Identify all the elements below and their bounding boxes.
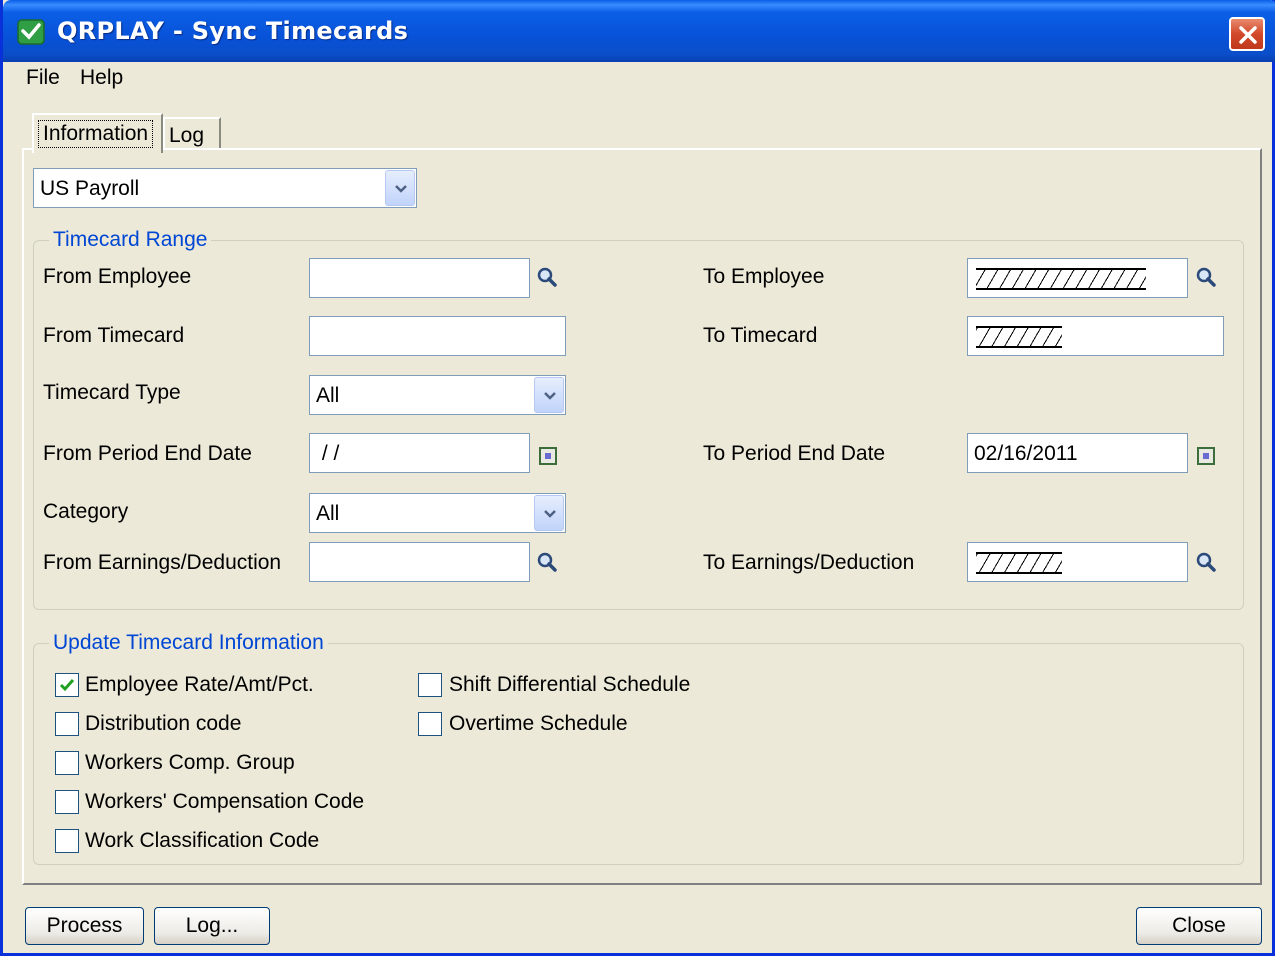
calendar-icon[interactable] <box>539 447 557 465</box>
workers-compensation-code-checkbox[interactable] <box>55 790 79 814</box>
tab-log[interactable]: Log <box>163 117 221 149</box>
dialog-window: QRPLAY - Sync Timecards File Help Inform… <box>0 0 1275 956</box>
timecard-type-dropdown-button[interactable] <box>534 377 564 413</box>
chevron-down-icon <box>544 392 556 400</box>
calendar-icon[interactable] <box>1197 447 1215 465</box>
from-earnings-deduction-label: From Earnings/Deduction <box>43 551 282 574</box>
log-button[interactable]: Log... <box>154 907 270 945</box>
timecard-type-label: Timecard Type <box>43 381 181 404</box>
employee-rate-label[interactable]: Employee Rate/Amt/Pct. <box>85 673 314 697</box>
to-earnings-deduction-label: To Earnings/Deduction <box>703 551 915 574</box>
from-employee-label: From Employee <box>43 265 192 288</box>
workers-compensation-code-label[interactable]: Workers' Compensation Code <box>85 790 364 814</box>
shift-differential-label[interactable]: Shift Differential Schedule <box>449 673 690 697</box>
work-classification-code-label[interactable]: Work Classification Code <box>85 829 319 853</box>
from-employee-input[interactable] <box>309 258 530 298</box>
from-period-end-date-input[interactable]: / / <box>309 433 530 473</box>
update-timecard-info-legend: Update Timecard Information <box>49 631 328 655</box>
title-bar[interactable]: QRPLAY - Sync Timecards <box>3 0 1275 62</box>
shift-differential-checkbox[interactable] <box>418 673 442 697</box>
to-employee-value <box>976 268 1146 290</box>
from-earnings-deduction-input[interactable] <box>309 542 530 582</box>
search-icon[interactable] <box>536 266 558 288</box>
tab-information-label: Information <box>38 120 154 148</box>
category-label: Category <box>43 500 129 523</box>
window-title: QRPLAY - Sync Timecards <box>57 17 409 45</box>
close-icon <box>1239 26 1257 44</box>
to-timecard-value <box>976 326 1062 348</box>
search-icon[interactable] <box>536 551 558 573</box>
from-timecard-input[interactable] <box>309 316 566 356</box>
overtime-schedule-checkbox[interactable] <box>418 712 442 736</box>
close-button[interactable]: Close <box>1136 907 1262 945</box>
to-period-end-date-input[interactable]: 02/16/2011 <box>967 433 1188 473</box>
category-dropdown-button[interactable] <box>534 495 564 531</box>
close-window-button[interactable] <box>1229 17 1265 51</box>
workers-comp-group-checkbox[interactable] <box>55 751 79 775</box>
from-timecard-label: From Timecard <box>43 324 185 347</box>
to-earnings-deduction-value <box>976 552 1062 574</box>
sage-check-icon <box>17 19 45 45</box>
from-period-end-date-label: From Period End Date <box>43 442 252 465</box>
category-select[interactable]: All <box>309 493 566 533</box>
to-earnings-deduction-input[interactable] <box>967 542 1188 582</box>
to-timecard-label: To Timecard <box>703 324 818 347</box>
to-period-end-date-label: To Period End Date <box>703 442 886 465</box>
search-icon[interactable] <box>1195 266 1217 288</box>
menu-help[interactable]: Help <box>80 66 123 90</box>
menu-file[interactable]: File <box>26 66 60 90</box>
category-value: All <box>316 502 340 525</box>
tab-information[interactable]: Information <box>32 113 163 153</box>
process-button[interactable]: Process <box>25 907 144 945</box>
workers-comp-group-label[interactable]: Workers Comp. Group <box>85 751 295 775</box>
to-employee-input[interactable] <box>967 258 1188 298</box>
checkmark-icon <box>59 679 75 692</box>
payroll-select[interactable]: US Payroll <box>33 168 417 208</box>
payroll-select-value: US Payroll <box>40 177 140 200</box>
employee-rate-checkbox[interactable] <box>55 673 79 697</box>
timecard-range-legend: Timecard Range <box>49 228 212 252</box>
to-timecard-input[interactable] <box>967 316 1224 356</box>
chevron-down-icon <box>395 185 407 193</box>
to-employee-label: To Employee <box>703 265 825 288</box>
search-icon[interactable] <box>1195 551 1217 573</box>
work-classification-code-checkbox[interactable] <box>55 829 79 853</box>
timecard-type-value: All <box>316 384 340 407</box>
distribution-code-label[interactable]: Distribution code <box>85 712 241 736</box>
distribution-code-checkbox[interactable] <box>55 712 79 736</box>
menu-bar: File Help <box>6 62 1272 94</box>
timecard-type-select[interactable]: All <box>309 375 566 415</box>
overtime-schedule-label[interactable]: Overtime Schedule <box>449 712 628 736</box>
payroll-dropdown-button[interactable] <box>385 170 415 206</box>
tab-log-label: Log <box>169 124 205 147</box>
chevron-down-icon <box>544 510 556 518</box>
